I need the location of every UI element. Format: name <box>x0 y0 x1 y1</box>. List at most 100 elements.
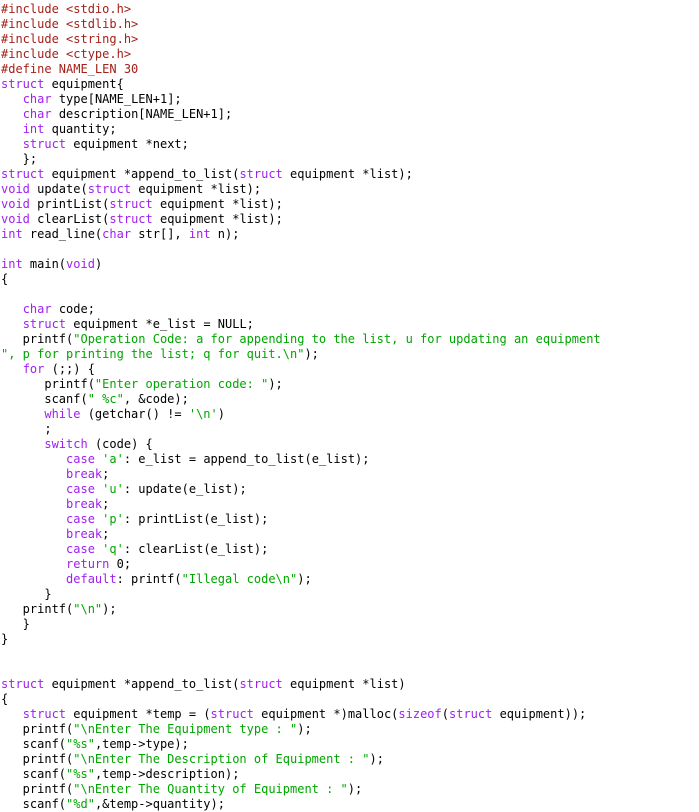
code-line: printf("Operation Code: a for appending … <box>1 332 699 347</box>
code-line: void update(struct equipment *list); <box>1 182 699 197</box>
code-token-plain: scanf( <box>1 392 88 406</box>
code-token-plain: ); <box>347 782 363 796</box>
code-token-plain: ; <box>102 527 110 541</box>
code-token-plain: ; <box>102 497 110 511</box>
code-token-str: 'q' <box>102 542 124 556</box>
code-token-kw: struct <box>239 677 283 691</box>
code-token-kw: struct <box>1 77 45 91</box>
code-line: case 'u': update(e_list); <box>1 482 699 497</box>
code-line: scanf("%s",temp->type); <box>1 737 699 752</box>
code-token-pre: #define NAME_LEN 30 <box>1 62 139 76</box>
code-line: #include <string.h> <box>1 32 699 47</box>
code-token-str: ", p for printing the list; q for quit.\… <box>1 347 305 361</box>
code-line: struct equipment *append_to_list(struct … <box>1 167 699 182</box>
code-token-kw: case <box>66 542 95 556</box>
code-token-plain: equipment *list); <box>131 182 262 196</box>
code-token-plain: scanf( <box>1 797 67 811</box>
code-line: scanf(" %c", &code); <box>1 392 699 407</box>
code-token-kw: case <box>66 512 95 526</box>
code-token-plain: } <box>1 587 52 601</box>
code-line: switch (code) { <box>1 437 699 452</box>
code-line: ", p for printing the list; q for quit.\… <box>1 347 699 362</box>
code-token-plain: ; <box>102 467 110 481</box>
code-token-plain: ) <box>217 407 225 421</box>
code-token-str: "%d" <box>66 797 95 811</box>
code-token-plain: { <box>1 692 9 706</box>
code-token-plain: equipment)); <box>492 707 587 721</box>
code-token-plain: equipment *list); <box>152 212 283 226</box>
code-token-plain: printList( <box>29 197 110 211</box>
code-line: #include <ctype.h> <box>1 47 699 62</box>
code-token-kw: sizeof <box>398 707 442 721</box>
code-token-plain: equipment *append_to_list( <box>44 167 240 181</box>
code-line: break; <box>1 527 699 542</box>
code-token-plain: equipment *)malloc( <box>253 707 399 721</box>
code-token-kw: char <box>22 92 52 106</box>
code-token-str: 'a' <box>102 452 124 466</box>
code-line: break; <box>1 497 699 512</box>
code-line: printf("Enter operation code: "); <box>1 377 699 392</box>
code-line: printf("\nEnter The Description of Equip… <box>1 752 699 767</box>
code-token-pre: #include <stdio.h> <box>1 2 132 16</box>
code-token-kw: void <box>1 212 30 226</box>
code-token-kw: break <box>66 527 103 541</box>
code-token-plain: read_line( <box>22 227 103 241</box>
code-token-kw: char <box>102 227 132 241</box>
code-line: for (;;) { <box>1 362 699 377</box>
code-token-kw: switch <box>44 437 88 451</box>
code-line: { <box>1 272 699 287</box>
code-token-kw: struct <box>22 317 67 331</box>
code-token-plain: ,temp->description); <box>94 767 240 781</box>
code-token-kw: break <box>66 497 103 511</box>
code-token-kw: int <box>1 257 23 271</box>
code-token-plain: ); <box>304 347 319 361</box>
code-line: case 'q': clearList(e_list); <box>1 542 699 557</box>
code-token-plain: ( <box>441 707 449 721</box>
code-token-str: "%s" <box>66 767 95 781</box>
code-line: int main(void) <box>1 257 699 272</box>
code-line: default: printf("Illegal code\n"); <box>1 572 699 587</box>
code-token-plain: clearList( <box>29 212 110 226</box>
code-line: char code; <box>1 302 699 317</box>
code-token-str: " %c" <box>87 392 124 406</box>
code-line: case 'p': printList(e_list); <box>1 512 699 527</box>
code-token-plain: scanf( <box>1 737 67 751</box>
code-token-kw: char <box>22 107 52 121</box>
code-line: int read_line(char str[], int n); <box>1 227 699 242</box>
code-token-plain: 0; <box>109 557 132 571</box>
code-token-str: "Operation Code: a for appending to the … <box>73 332 601 346</box>
code-token-kw: struct <box>22 137 67 151</box>
code-token-plain: equipment{ <box>44 77 124 91</box>
code-line: void clearList(struct equipment *list); <box>1 212 699 227</box>
code-token-kw: char <box>22 302 52 316</box>
code-token-str: "\nEnter The Equipment type : " <box>73 722 298 736</box>
code-listing[interactable]: #include <stdio.h> #include <stdlib.h> #in… <box>0 0 699 812</box>
code-token-plain: printf( <box>1 782 74 796</box>
code-line: } <box>1 617 699 632</box>
code-token-plain: printf( <box>1 377 95 391</box>
code-token-kw: int <box>22 122 45 136</box>
code-token-kw: void <box>1 182 30 196</box>
code-token-plain: : e_list = append_to_list(e_list); <box>123 452 370 466</box>
code-token-kw: int <box>1 227 23 241</box>
code-line: scanf("%s",temp->description); <box>1 767 699 782</box>
code-token-plain: ); <box>102 602 117 616</box>
code-token-kw: struct <box>109 197 153 211</box>
code-token-plain: ) <box>94 257 103 271</box>
code-token-pre: #include <ctype.h> <box>1 47 132 61</box>
code-token-plain: ); <box>268 377 283 391</box>
code-token-plain: n); <box>210 227 240 241</box>
code-token-kw: while <box>44 407 81 421</box>
code-line: printf("\nEnter The Quantity of Equipmen… <box>1 782 699 797</box>
code-token-plain: printf( <box>1 722 74 736</box>
code-token-plain: ; <box>1 422 52 436</box>
code-token-kw: struct <box>239 167 283 181</box>
code-token-pre: #include <string.h> <box>1 32 139 46</box>
code-line: ; <box>1 422 699 437</box>
code-token-plain: (getchar() != <box>80 407 189 421</box>
